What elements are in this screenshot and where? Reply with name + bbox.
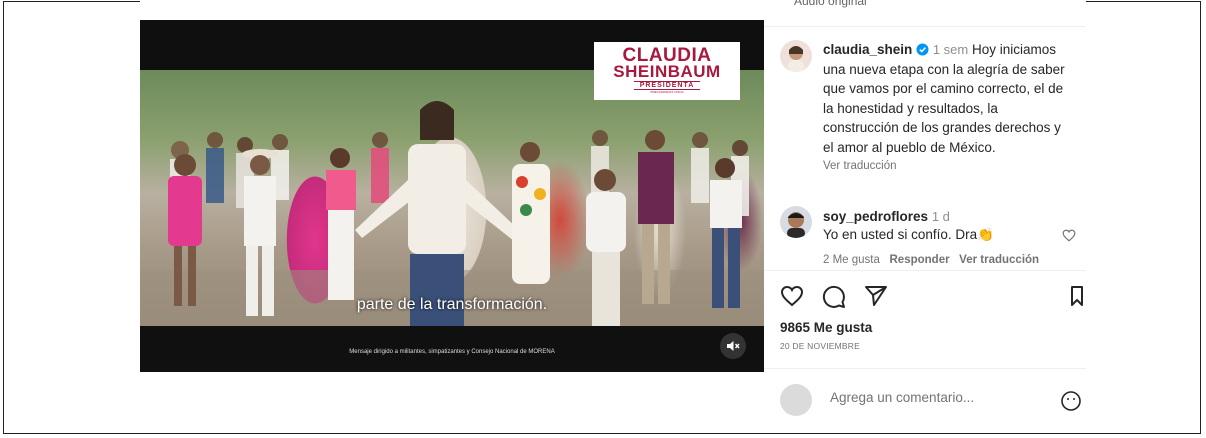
heart-icon[interactable] — [780, 285, 804, 307]
comment-username[interactable]: soy_pedroflores — [823, 209, 928, 224]
video-subtitle: parte de la transformación. — [356, 296, 548, 313]
caption-translate[interactable]: Ver traducción — [823, 157, 1073, 177]
logo-line4: PRECANDIDATA UNICA — [650, 90, 684, 94]
add-comment-input[interactable]: Agrega un comentario... — [830, 390, 974, 405]
campaign-logo: CLAUDIA SHEINBAUM PRESIDENTA PRECANDIDAT… — [594, 42, 740, 100]
logo-line2: SHEINBAUM — [613, 62, 721, 81]
avatar-photo — [788, 46, 804, 72]
comment-bubble-icon[interactable] — [822, 285, 846, 309]
audio-label[interactable]: Audio original — [794, 0, 867, 8]
speaker-muted-icon — [727, 341, 740, 351]
comment-actions: 2 Me gusta Responder Ver traducción — [823, 254, 1039, 266]
verified-badge-icon — [916, 43, 929, 56]
instagram-post: CLAUDIA SHEINBAUM PRESIDENTA PRECANDIDAT… — [140, 0, 1086, 416]
comment-likes[interactable]: 2 Me gusta — [823, 254, 880, 266]
logo-line3: PRESIDENTA — [633, 81, 701, 90]
comment-reply[interactable]: Responder — [890, 254, 950, 266]
divider — [764, 26, 1086, 27]
post-date[interactable]: 20 DE NOVIEMBRE — [780, 341, 860, 351]
avatar-claudia[interactable] — [780, 40, 812, 72]
divider — [764, 270, 1086, 271]
caption-time[interactable]: 1 sem — [933, 42, 968, 57]
caption-username[interactable]: claudia_shein — [823, 42, 912, 57]
divider — [764, 368, 1086, 369]
video-disclaimer: Mensaje dirigido a militantes, simpatiza… — [349, 349, 555, 355]
post-sidebar: Audio original claudia_shein 1 sem Hoy i… — [764, 0, 1086, 416]
comment-emoji: 👏 — [977, 227, 994, 242]
bookmark-icon[interactable] — [1070, 285, 1084, 307]
action-bar — [780, 283, 1083, 311]
send-icon[interactable] — [864, 285, 888, 307]
add-comment-row: Agrega un comentario... — [780, 384, 1086, 416]
avatar-pedro[interactable] — [780, 206, 812, 238]
comment-translate[interactable]: Ver traducción — [959, 254, 1039, 266]
video-player[interactable]: CLAUDIA SHEINBAUM PRESIDENTA PRECANDIDAT… — [140, 20, 764, 372]
current-user-avatar — [780, 384, 812, 416]
smiley-icon[interactable] — [1060, 390, 1082, 412]
caption: claudia_shein 1 sem Hoy iniciamos una nu… — [823, 40, 1073, 177]
comment: soy_pedroflores 1 d Yo en usted si confí… — [823, 208, 1073, 244]
comment-text: Yo en usted si confío. Dra — [823, 227, 978, 242]
mute-button[interactable] — [720, 333, 746, 359]
comment-like-heart-icon[interactable] — [1062, 229, 1076, 242]
avatar-photo — [787, 212, 805, 238]
comment-time[interactable]: 1 d — [932, 209, 950, 224]
likes-count[interactable]: 9865 Me gusta — [780, 320, 872, 335]
caption-text: Hoy iniciamos una nueva etapa con la ale… — [823, 42, 1065, 155]
